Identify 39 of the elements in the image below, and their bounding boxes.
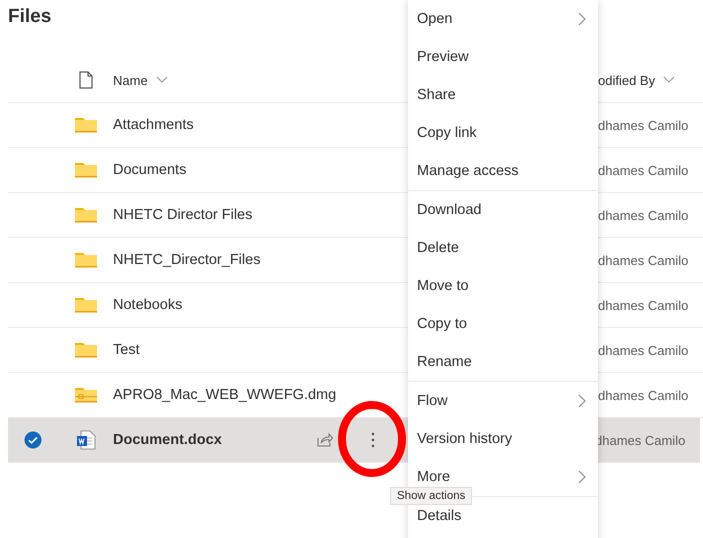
folder-icon — [74, 252, 96, 268]
file-name[interactable]: Documents — [113, 162, 186, 178]
file-name[interactable]: NHETC Director Files — [113, 207, 252, 223]
file-type-icon[interactable] — [78, 71, 92, 89]
file-name[interactable]: APRO8_Mac_WEB_WWEFG.dmg — [113, 387, 336, 403]
menu-item[interactable]: Flow — [408, 382, 598, 420]
modified-by-cell-text: dhames Camilo — [598, 208, 690, 222]
file-name[interactable]: Test — [113, 342, 140, 358]
tooltip: Show actions — [390, 487, 472, 505]
menu-item[interactable]: Download — [408, 191, 598, 229]
page-title: Files — [7, 5, 52, 29]
modified-by-cell-text: dhames Camilo — [598, 118, 690, 132]
share-icon[interactable] — [317, 433, 333, 447]
word-document-icon — [76, 430, 96, 450]
modified-by-cell-text: dhames Camilo — [598, 388, 690, 402]
chevron-down-icon — [156, 76, 168, 84]
file-name[interactable]: Notebooks — [113, 297, 182, 313]
folder-icon — [74, 117, 96, 133]
menu-item[interactable]: Open — [408, 0, 598, 38]
file-name[interactable]: Document.docx — [113, 432, 222, 448]
file-name[interactable]: Attachments — [113, 117, 194, 133]
folder-icon — [74, 342, 96, 358]
name-column-header[interactable]: Name — [113, 72, 168, 88]
chevron-down-icon — [663, 76, 676, 84]
vertical-dots-icon — [371, 432, 375, 448]
folder-icon — [74, 207, 96, 223]
modified-by-cell-text: dhames Camilo — [598, 252, 690, 268]
file-name[interactable]: NHETC_Director_Files — [113, 252, 260, 268]
folder-icon — [74, 162, 96, 178]
zip-folder-icon — [74, 387, 96, 403]
check-circle-icon[interactable] — [24, 431, 42, 449]
menu-item[interactable]: Manage access — [408, 152, 598, 190]
modified-by-cell-text: dhames Camilo — [598, 162, 690, 178]
menu-item[interactable]: Preview — [408, 38, 598, 76]
folder-icon — [74, 297, 96, 313]
modified-by-cell-text: dhames Camilo — [598, 342, 690, 358]
modified-by-cell-text: dhames Camilo — [598, 298, 690, 312]
modified-by-column-header[interactable]: odified By — [598, 72, 703, 88]
menu-item[interactable]: Version history — [408, 420, 598, 458]
